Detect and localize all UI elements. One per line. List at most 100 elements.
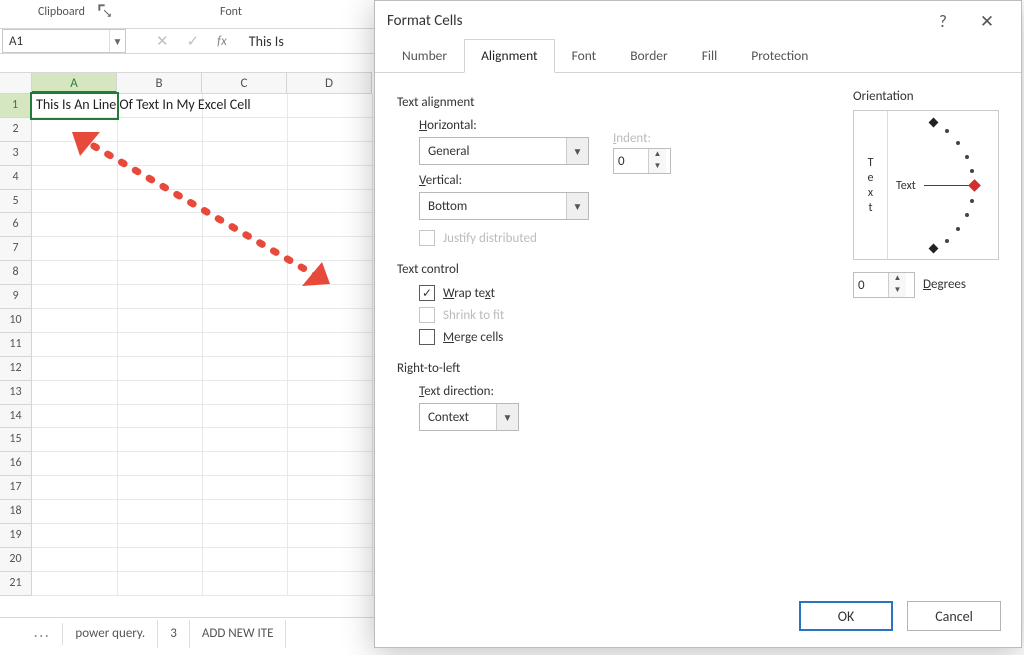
help-icon[interactable]: ?: [921, 11, 965, 32]
cancel-button[interactable]: Cancel: [907, 601, 1001, 631]
dialog-titlebar[interactable]: Format Cells ? ✕: [375, 1, 1021, 41]
shrink-to-fit-label: Shrink to fit: [443, 308, 504, 323]
cancel-icon[interactable]: ✕: [156, 32, 169, 51]
enter-icon[interactable]: ✓: [187, 32, 200, 51]
horizontal-value: General: [420, 144, 566, 159]
justify-distributed-checkbox: [419, 230, 435, 246]
tab-number[interactable]: Number: [385, 39, 464, 73]
ok-button[interactable]: OK: [799, 601, 893, 631]
degrees-label: Degrees: [923, 277, 966, 292]
orientation-handle[interactable]: [968, 179, 981, 192]
sheet-tab[interactable]: power query.: [63, 620, 158, 648]
column-header-c[interactable]: C: [202, 73, 287, 93]
indent-spinner[interactable]: ▲▼: [613, 148, 671, 174]
horizontal-label: HHorizontal:orizontal:: [419, 118, 477, 133]
row-header[interactable]: 16: [0, 452, 32, 476]
row-header[interactable]: 20: [0, 548, 32, 572]
horizontal-select[interactable]: General ▼: [419, 137, 589, 165]
orientation-control[interactable]: Text Text: [853, 110, 999, 260]
row-header[interactable]: 21: [0, 572, 32, 596]
dialog-title: Format Cells: [387, 12, 921, 30]
column-header-a[interactable]: A: [32, 73, 117, 93]
tab-alignment[interactable]: Alignment: [464, 39, 554, 73]
indent-value[interactable]: [614, 154, 648, 169]
orientation-heading: Orientation: [853, 89, 999, 104]
orientation-vertical-text[interactable]: Text: [854, 111, 888, 259]
row-header[interactable]: 6: [0, 213, 32, 237]
spin-down-icon[interactable]: ▼: [888, 285, 906, 297]
formula-bar-row: A1 ▼ ✕ ✓ fx This Is: [0, 28, 374, 54]
orientation-panel: Orientation Text Text: [853, 89, 999, 298]
row-header[interactable]: 14: [0, 405, 32, 429]
wrap-text-label: Wrap text: [443, 286, 495, 301]
tab-protection[interactable]: Protection: [734, 39, 825, 73]
chevron-down-icon[interactable]: ▼: [566, 193, 588, 219]
fx-icon[interactable]: fx: [217, 34, 227, 49]
text-direction-label: Text direction:: [419, 384, 494, 399]
orientation-text-label: Text: [896, 179, 916, 193]
spin-up-icon[interactable]: ▲: [648, 149, 666, 161]
row-header[interactable]: 9: [0, 285, 32, 309]
formula-bar-text[interactable]: This Is: [249, 33, 284, 50]
column-header-row: A B C D: [0, 72, 372, 94]
row-header[interactable]: 19: [0, 524, 32, 548]
row-header[interactable]: 15: [0, 428, 32, 452]
text-direction-select[interactable]: Context ▼: [419, 403, 519, 431]
row-header[interactable]: 12: [0, 357, 32, 381]
tab-font[interactable]: Font: [555, 39, 614, 73]
merge-cells-checkbox[interactable]: [419, 329, 435, 345]
row-header[interactable]: 3: [0, 142, 32, 166]
app-root: { "ribbon": { "clipboard": "Clipboard", …: [0, 0, 1024, 655]
name-box-value: A1: [3, 34, 109, 49]
select-all-corner[interactable]: [0, 73, 32, 93]
shrink-to-fit-checkbox: [419, 307, 435, 323]
sheet-nav-dots[interactable]: ...: [0, 626, 62, 641]
row-header[interactable]: 8: [0, 261, 32, 285]
format-cells-dialog: Format Cells ? ✕ Number Alignment Font B…: [374, 0, 1022, 648]
row-header[interactable]: 1: [0, 94, 32, 118]
dialog-body: Text alignment HHorizontal:orizontal: Ge…: [375, 73, 1021, 453]
vertical-select[interactable]: Bottom ▼: [419, 192, 589, 220]
sheet-tab[interactable]: ADD NEW ITE: [190, 620, 287, 648]
spin-down-icon[interactable]: ▼: [648, 161, 666, 173]
text-direction-value: Context: [420, 410, 496, 425]
vertical-label: Vertical:: [419, 173, 462, 188]
tab-border[interactable]: Border: [613, 39, 685, 73]
degrees-value[interactable]: [854, 278, 888, 293]
row-header[interactable]: 4: [0, 166, 32, 190]
indent-group: Indent: ▲▼: [613, 131, 671, 174]
indent-label: Indent:: [613, 131, 671, 146]
dialog-button-row: OK Cancel: [799, 601, 1001, 631]
column-header-d[interactable]: D: [287, 73, 372, 93]
degrees-spinner[interactable]: ▲▼: [853, 272, 915, 298]
row-header[interactable]: 11: [0, 333, 32, 357]
active-cell-a1[interactable]: [32, 94, 117, 118]
ribbon-group-font: Font: [220, 5, 242, 19]
dialog-launcher-icon[interactable]: [98, 4, 112, 18]
close-icon[interactable]: ✕: [965, 11, 1009, 32]
sheet-tab-bar: ... power query. 3 ADD NEW ITE: [0, 617, 374, 649]
row-header[interactable]: 13: [0, 381, 32, 405]
justify-distributed-label: Justify distributed: [443, 231, 537, 246]
sheet-tab[interactable]: 3: [158, 620, 190, 648]
spin-up-icon[interactable]: ▲: [888, 273, 906, 285]
vertical-value: Bottom: [420, 199, 566, 214]
column-header-b[interactable]: B: [117, 73, 202, 93]
worksheet-grid[interactable]: 1 2 3 4 5 6 7 8 9 10 11 12 13 14 15 16 1…: [0, 94, 374, 596]
name-box-dropdown[interactable]: ▼: [109, 30, 125, 52]
chevron-down-icon[interactable]: ▼: [496, 404, 518, 430]
row-header[interactable]: 17: [0, 476, 32, 500]
tab-fill[interactable]: Fill: [685, 39, 735, 73]
row-header[interactable]: 18: [0, 500, 32, 524]
merge-cells-label: Merge cells: [443, 330, 503, 345]
row-header[interactable]: 5: [0, 190, 32, 214]
formula-bar-controls: ✕ ✓ fx: [156, 32, 227, 51]
row-header[interactable]: 7: [0, 237, 32, 261]
dialog-tabstrip: Number Alignment Font Border Fill Protec…: [375, 41, 1021, 73]
row-header[interactable]: 10: [0, 309, 32, 333]
rtl-heading: Right-to-left: [397, 361, 999, 376]
name-box[interactable]: A1 ▼: [2, 29, 126, 53]
row-header[interactable]: 2: [0, 118, 32, 142]
chevron-down-icon[interactable]: ▼: [566, 138, 588, 164]
wrap-text-checkbox[interactable]: ✓: [419, 285, 435, 301]
